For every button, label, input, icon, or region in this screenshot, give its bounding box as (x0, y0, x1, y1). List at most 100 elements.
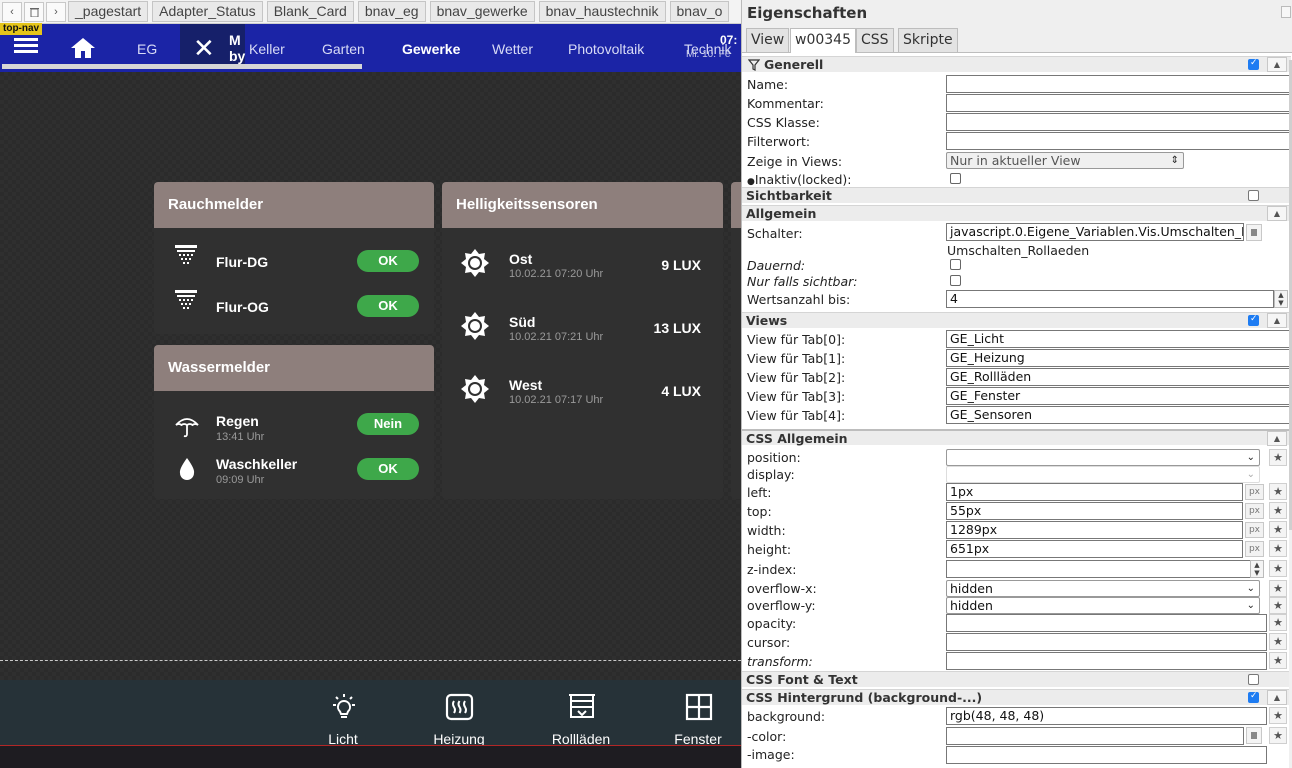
star-icon[interactable]: ★ (1269, 449, 1287, 466)
star-icon[interactable]: ★ (1269, 707, 1287, 724)
section-checkbox[interactable] (1248, 314, 1259, 326)
star-icon[interactable]: ★ (1269, 502, 1287, 519)
kommentar-input[interactable] (946, 94, 1291, 112)
nav-item-photovoltaik[interactable]: Photovoltaik (568, 41, 644, 57)
z-index-input[interactable] (946, 560, 1251, 578)
height-input[interactable]: 651px (946, 540, 1243, 558)
opacity-input[interactable] (946, 614, 1267, 632)
collapse-icon[interactable]: ▲ (1267, 206, 1287, 221)
view-tab-pagestart[interactable]: _pagestart (68, 1, 149, 22)
unit-label[interactable]: px (1245, 484, 1264, 500)
view-tab-3-input[interactable]: GE_Fenster (946, 387, 1291, 405)
view-tab-0-input[interactable]: GE_Licht (946, 330, 1291, 348)
tab-css[interactable]: CSS (856, 28, 894, 52)
display-select[interactable]: ⌄ (946, 466, 1260, 483)
unit-label[interactable]: px (1245, 503, 1264, 519)
view-tab-adapter-status[interactable]: Adapter_Status (152, 1, 263, 22)
card-helligkeitssensoren[interactable]: Helligkeitssensoren Ost 10.02.21 07:20 U… (442, 182, 723, 499)
wertsanzahl-input[interactable]: 4 (946, 290, 1274, 308)
view-tab-1-input[interactable]: GE_Heizung (946, 349, 1291, 367)
star-icon[interactable]: ★ (1269, 483, 1287, 500)
section-css-hintergrund[interactable]: CSS Hintergrund (background-...) ▲ (742, 689, 1291, 705)
nav-item-keller[interactable]: Keller (249, 41, 285, 57)
view-tab-bnav-eg[interactable]: bnav_eg (357, 1, 426, 22)
nur-falls-sichtbar-checkbox[interactable] (950, 275, 961, 286)
top-input[interactable]: 55px (946, 502, 1243, 520)
bottom-nav-heizung[interactable]: Heizung (419, 680, 499, 747)
tab-skripte[interactable]: Skripte (898, 28, 958, 52)
section-generell[interactable]: Generell ▲ (742, 56, 1291, 72)
schalter-input[interactable]: javascript.0.Eigene_Variablen.Vis.Umscha… (946, 223, 1244, 241)
star-icon[interactable]: ★ (1269, 521, 1287, 538)
collapse-icon[interactable]: ▲ (1267, 690, 1287, 705)
number-spinner[interactable]: ▲ ▼ (1274, 290, 1288, 308)
nav-item-eg[interactable]: EG (137, 41, 157, 57)
panel-grip-handle[interactable] (1281, 6, 1291, 18)
bottom-nav-rolllaeden[interactable]: Rollläden (541, 680, 621, 747)
left-input[interactable]: 1px (946, 483, 1243, 501)
star-icon[interactable]: ★ (1269, 560, 1287, 577)
top-nav-widget[interactable]: EG Keller Garten Gewerke Wetter Photovol… (0, 24, 741, 72)
collapse-icon[interactable]: ▲ (1267, 57, 1287, 72)
filterwort-input[interactable] (946, 132, 1291, 150)
view-tab-2-input[interactable]: GE_Rollläden (946, 368, 1291, 386)
overflow-x-select[interactable]: hidden ⌄ (946, 580, 1260, 597)
transform-input[interactable] (946, 652, 1267, 670)
background-color-input[interactable] (946, 727, 1244, 745)
background-input[interactable]: rgb(48, 48, 48) (946, 707, 1267, 725)
section-views[interactable]: Views ▲ (742, 312, 1291, 328)
css-class-input[interactable] (946, 113, 1291, 131)
section-checkbox[interactable] (1248, 674, 1259, 685)
collapse-icon[interactable]: ▲ (1267, 313, 1287, 328)
bottom-nav-fenster[interactable]: Fenster (658, 680, 738, 747)
background-image-input[interactable] (946, 746, 1267, 764)
width-input[interactable]: 1289px (946, 521, 1243, 539)
card-wassermelder[interactable]: Wassermelder Regen 13:41 Uhr Nein Waschk… (154, 345, 434, 499)
unit-label[interactable]: px (1245, 541, 1264, 557)
view-tab-blank-card[interactable]: Blank_Card (266, 1, 354, 22)
section-checkbox[interactable] (1248, 58, 1259, 70)
number-spinner[interactable]: ▲ ▼ (1250, 560, 1264, 578)
card-rauchmelder[interactable]: Rauchmelder Flur-DG OK Flur-OG OK (154, 182, 434, 334)
overflow-y-select[interactable]: hidden ⌄ (946, 597, 1260, 614)
color-picker-button[interactable] (1246, 727, 1262, 744)
star-icon[interactable]: ★ (1269, 540, 1287, 557)
star-icon[interactable]: ★ (1269, 727, 1287, 744)
inaktiv-checkbox[interactable] (950, 173, 961, 184)
star-icon[interactable]: ★ (1269, 633, 1287, 650)
star-icon[interactable]: ★ (1269, 652, 1287, 669)
view-tab-bnav-gewerke[interactable]: bnav_gewerke (429, 1, 535, 22)
star-icon[interactable]: ★ (1269, 614, 1287, 631)
tab-widget[interactable]: w00345 (790, 28, 856, 53)
position-select[interactable]: ⌄ (946, 449, 1260, 466)
zeige-in-views-select[interactable]: Nur in aktueller View ⇕ (946, 152, 1184, 169)
view-tab-bnav-o[interactable]: bnav_o (669, 1, 730, 22)
section-allgemein[interactable]: Allgemein ▲ (742, 205, 1291, 221)
trash-icon[interactable] (24, 1, 44, 22)
dauernd-checkbox[interactable] (950, 259, 961, 270)
tab-view[interactable]: View (746, 28, 790, 52)
star-icon[interactable]: ★ (1269, 580, 1287, 597)
section-sichtbarkeit[interactable]: Sichtbarkeit (742, 187, 1291, 203)
object-browser-button[interactable] (1246, 224, 1262, 241)
collapse-icon[interactable]: ▲ (1267, 431, 1287, 446)
nav-item-gewerke[interactable]: Gewerke (402, 41, 460, 57)
section-css-allgemein[interactable]: CSS Allgemein ▲ (742, 429, 1291, 446)
view-tab-bnav-haustechnik[interactable]: bnav_haustechnik (538, 1, 666, 22)
cursor-input[interactable] (946, 633, 1267, 651)
unit-label[interactable]: px (1245, 522, 1264, 538)
menu-icon[interactable] (14, 38, 38, 58)
section-checkbox[interactable] (1248, 691, 1259, 703)
home-icon[interactable] (70, 37, 96, 59)
chevron-left-icon[interactable]: ‹ (2, 1, 22, 22)
star-icon[interactable]: ★ (1269, 597, 1287, 614)
nav-item-wetter[interactable]: Wetter (492, 41, 533, 57)
name-input[interactable] (946, 75, 1291, 93)
close-icon[interactable]: ✕ (193, 35, 215, 61)
section-css-font[interactable]: CSS Font & Text (742, 671, 1291, 687)
view-tab-4-input[interactable]: GE_Sensoren (946, 406, 1291, 424)
chevron-right-icon[interactable]: › (46, 1, 66, 22)
section-checkbox[interactable] (1248, 190, 1259, 201)
bottom-nav-widget[interactable]: Licht Heizung Rollläden Fenster (0, 680, 741, 747)
nav-item-garten[interactable]: Garten (322, 41, 365, 57)
